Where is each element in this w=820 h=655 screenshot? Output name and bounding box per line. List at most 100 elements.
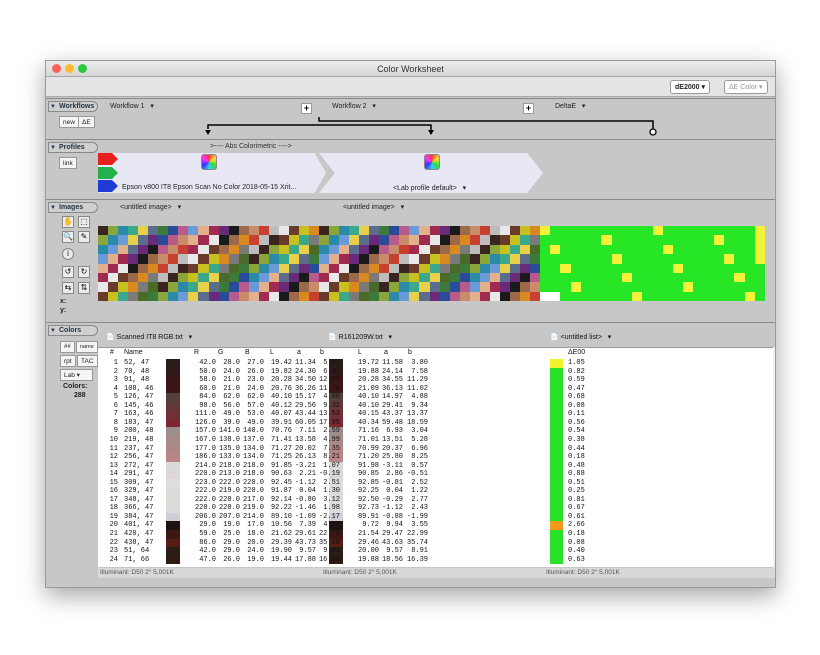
- table-scrollbar[interactable]: [773, 347, 775, 568]
- rotate-left-icon[interactable]: ↺: [62, 266, 74, 278]
- table-row[interactable]: 23 51, 64 42.0 29.0 24.0 19.90 9.57 9.42 20.00 9.…: [98, 547, 775, 556]
- table-row[interactable]: 7 163, 46 111.0 49.0 53.0 40.07 43.44 13.53 40.1…: [98, 410, 775, 419]
- table-cell: 59.48: [381, 418, 403, 427]
- image-patch: [479, 263, 490, 273]
- image-patch: [359, 244, 370, 255]
- table-row[interactable]: 8 183, 47 126.0 39.0 49.0 39.91 60.05 17.95 40.3…: [98, 418, 775, 428]
- table-cell: 34.50: [294, 376, 316, 385]
- table-cell: 1.05: [568, 359, 585, 367]
- zoom-tool-icon[interactable]: 🔍: [62, 231, 74, 243]
- image-patch: [238, 282, 249, 292]
- table-row[interactable]: 13 272, 47 214.0 218.0 218.0 91.85 -3.21 1.07 91…: [98, 461, 775, 471]
- table-row[interactable]: 16 329, 47 222.0 219.0 220.0 91.87 0.04 1.30 92.…: [98, 487, 775, 496]
- table-row[interactable]: 5 126, 47 84.0 62.0 62.0 40.10 15.17 4.00 40.10 1…: [98, 393, 775, 402]
- image-patch: [489, 272, 500, 283]
- col-b2[interactable]: b: [408, 349, 412, 358]
- list-2-select[interactable]: 📄 R161209W.txt ▾: [328, 333, 392, 341]
- info-icon[interactable]: i: [62, 248, 74, 260]
- image-patch: [148, 291, 159, 301]
- profiles-header[interactable]: Profiles: [48, 142, 98, 153]
- table-row[interactable]: 12 256, 47 186.0 133.0 134.0 71.25 26.13 8.21 71…: [98, 453, 775, 462]
- marquee-tool-icon[interactable]: ⬚: [78, 216, 90, 228]
- col-r[interactable]: R: [194, 349, 199, 358]
- table-row[interactable]: 15 309, 47 223.0 222.0 220.0 92.45 -1.12 2.51 92…: [98, 478, 775, 488]
- table-row[interactable]: 4 108, 46 60.0 21.0 24.0 20.76 36.26 11.70 21.09…: [98, 384, 775, 394]
- rgb-swatch: [166, 470, 180, 479]
- col-a2[interactable]: a: [384, 349, 388, 358]
- col-delta-e00[interactable]: ΔE00: [568, 349, 585, 358]
- table-row[interactable]: 11 237, 47 177.0 135.0 134.0 71.27 20.02 7.35 70…: [98, 444, 775, 454]
- table-row[interactable]: 6 145, 46 98.0 56.0 57.0 40.12 29.56 9.32 40.10 2…: [98, 401, 775, 411]
- images-header[interactable]: Images: [48, 202, 98, 213]
- col-number[interactable]: #: [110, 349, 114, 358]
- colors-header[interactable]: Colors: [48, 325, 98, 336]
- col-l1[interactable]: L: [270, 349, 274, 358]
- link-button[interactable]: link: [59, 157, 77, 169]
- rotate-right-icon[interactable]: ↻: [78, 266, 90, 278]
- table-row[interactable]: 9 200, 48 157.0 141.0 140.0 70.76 7.11 2.59 71.1…: [98, 427, 775, 436]
- table-row[interactable]: 10 219, 48 167.0 138.0 137.0 71.41 13.58 4.99 71…: [98, 435, 775, 445]
- table-cell: 91.85: [270, 461, 292, 470]
- window-title: Color Worksheet: [377, 64, 444, 74]
- col-l2[interactable]: L: [358, 349, 362, 358]
- flip-horizontal-icon[interactable]: ⇆: [62, 282, 74, 294]
- profile-2-select[interactable]: <Lab profile default> ▾: [393, 184, 466, 192]
- eyedropper-tool-icon[interactable]: ✎: [78, 231, 90, 243]
- col-b1[interactable]: b: [320, 349, 324, 358]
- image-patch: [479, 244, 490, 255]
- reference-image-preview[interactable]: [319, 226, 540, 301]
- delta-e-map-preview[interactable]: [540, 226, 765, 301]
- table-row[interactable]: 20 401, 47 29.0 19.0 17.0 10.56 7.39 4.27 9.72 9.…: [98, 521, 775, 531]
- col-name[interactable]: Name: [124, 349, 143, 358]
- table-cell: 29.0: [223, 538, 240, 547]
- table-row[interactable]: 2 70, 48 50.0 24.0 26.0 19.82 24.30 6.41 19.88 24…: [98, 367, 775, 377]
- image-2-select[interactable]: <untitled image> ▾: [343, 203, 404, 211]
- table-row[interactable]: 14 291, 47 220.0 213.0 218.0 90.63 2.21 -0.19 90…: [98, 470, 775, 479]
- table-row[interactable]: 21 420, 47 59.0 25.0 18.0 21.62 29.61 22.79 21.5…: [98, 530, 775, 539]
- name-column-button[interactable]: name: [76, 341, 98, 353]
- image-patch: [499, 235, 510, 245]
- rpt-button[interactable]: rpt: [60, 355, 76, 367]
- image-patch: [632, 226, 643, 236]
- number-column-button[interactable]: ##: [60, 341, 75, 353]
- rendering-intent[interactable]: >---- Abs Colorimetric ---->: [210, 143, 292, 150]
- image-1-select[interactable]: <untitled image> ▾: [120, 203, 181, 211]
- col-g[interactable]: G: [218, 349, 223, 358]
- list-3-select[interactable]: 📄 <untitled list> ▾: [550, 333, 611, 341]
- metric-select[interactable]: dE2000 ▾: [670, 80, 710, 94]
- lab-mode-select[interactable]: Lab ▾: [60, 369, 93, 381]
- image-patch: [138, 254, 149, 264]
- table-cell: 12.22: [318, 376, 340, 385]
- image-patch: [258, 291, 269, 301]
- table-cell: 0.08: [568, 538, 585, 547]
- table-cell: 134.0: [242, 453, 264, 462]
- image-patch: [570, 282, 581, 292]
- table-cell: 1.30: [323, 487, 340, 496]
- list-1-select[interactable]: 📄 Scanned IT8 RGB.txt ▾: [106, 333, 192, 341]
- table-row[interactable]: 18 366, 47 220.0 220.0 219.0 92.22 -1.46 1.98 92…: [98, 504, 775, 513]
- close-button[interactable]: [52, 64, 61, 73]
- col-b[interactable]: B: [245, 349, 250, 358]
- table-row[interactable]: 3 91, 48 58.0 21.0 23.0 20.28 34.50 12.22 20.28 3…: [98, 376, 775, 385]
- table-row[interactable]: 1 52, 47 42.0 28.0 27.0 19.42 11.34 5.07 19.72 11…: [98, 359, 775, 368]
- table-row[interactable]: 24 71, 66 47.0 26.0 19.0 19.44 17.88 16.60 19.88…: [98, 555, 775, 565]
- flip-vertical-icon[interactable]: ⇅: [78, 282, 90, 294]
- zoom-button[interactable]: [78, 64, 87, 73]
- table-cell: 9.42: [323, 547, 340, 556]
- table-row[interactable]: 22 438, 47 86.0 29.0 20.0 29.39 43.73 35.68 29.4…: [98, 538, 775, 548]
- tac-button[interactable]: TAC: [77, 355, 98, 367]
- hand-tool-icon[interactable]: ✋: [62, 216, 74, 228]
- image-patch: [399, 244, 410, 255]
- image-patch: [652, 226, 663, 236]
- minimize-button[interactable]: [65, 64, 74, 73]
- delta-e-color-button[interactable]: ΔE Color ▾: [724, 80, 768, 94]
- table-row[interactable]: 19 384, 47 206.0 207.0 214.0 89.10 -1.09 -2.17 8…: [98, 512, 775, 522]
- delta-e-swatch: [550, 401, 563, 411]
- table-row[interactable]: 17 348, 47 222.0 220.0 217.0 92.14 -0.80 3.12 92…: [98, 495, 775, 505]
- image-patch: [724, 272, 735, 283]
- scanned-image-preview[interactable]: [98, 226, 319, 301]
- delta-e-swatch: [550, 376, 563, 385]
- col-a1[interactable]: a: [297, 349, 301, 358]
- image-patch: [724, 226, 735, 236]
- image-patch: [339, 291, 350, 301]
